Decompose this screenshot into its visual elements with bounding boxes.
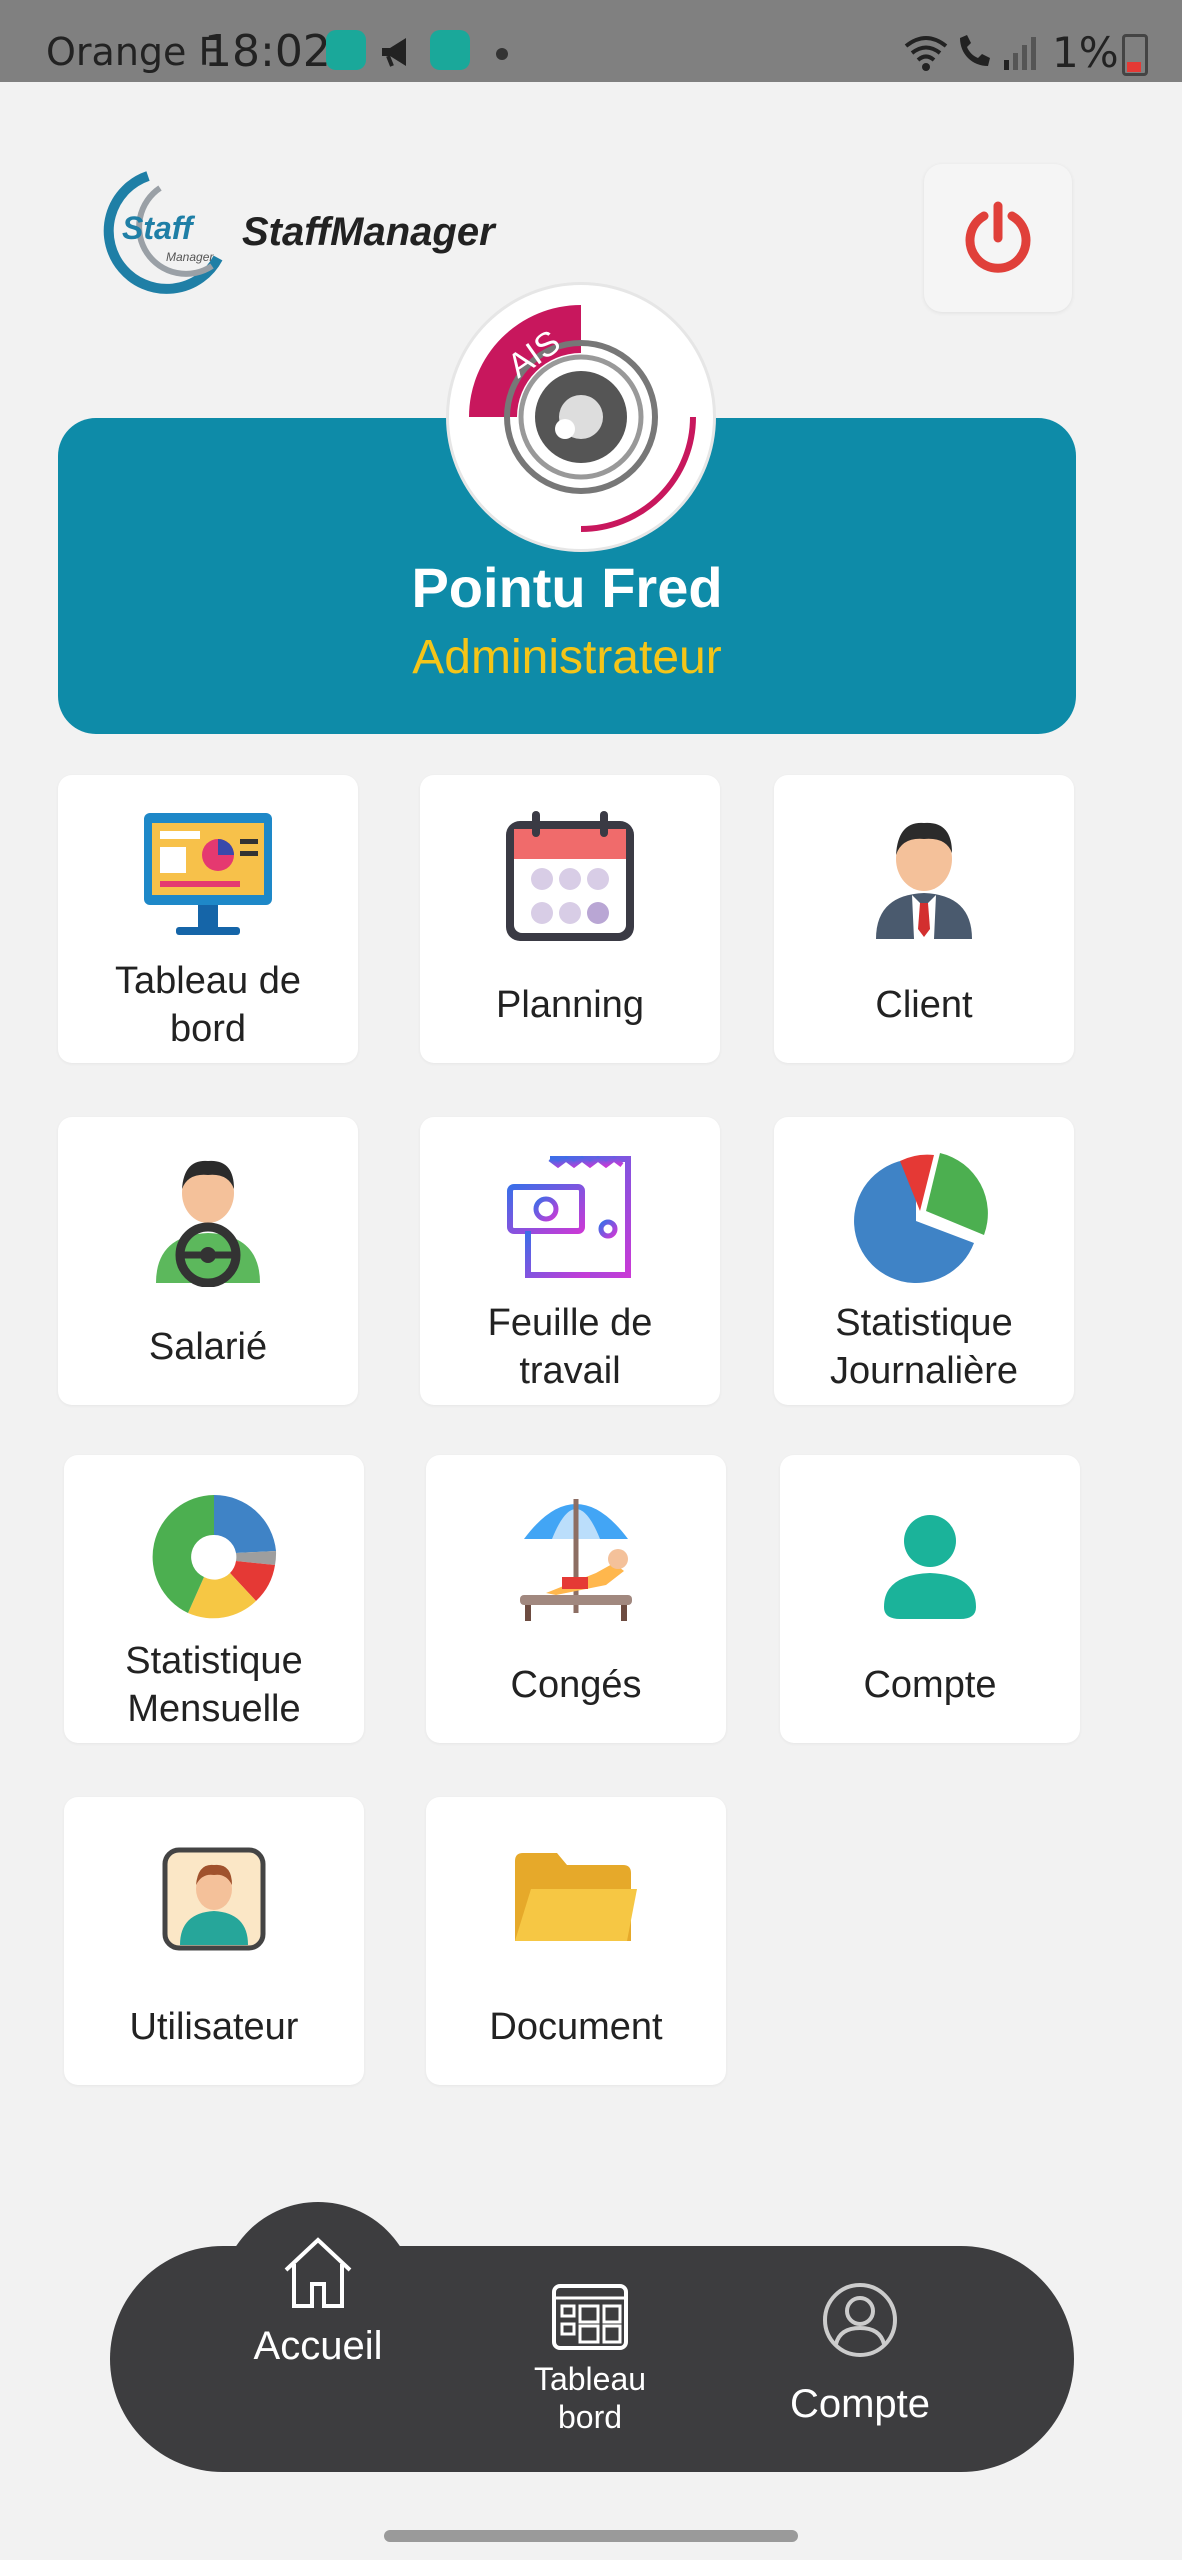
gesture-home-indicator[interactable] xyxy=(384,2530,798,2542)
signal-icon xyxy=(1002,36,1038,74)
menu-tile-utilisateur[interactable]: Utilisateur xyxy=(64,1797,364,2085)
menu-tile-planning[interactable]: Planning xyxy=(420,775,720,1063)
logo-subtext: Manager xyxy=(166,250,214,264)
beach-umbrella-icon xyxy=(426,1489,726,1625)
menu-tile-statistique-mensuelle[interactable]: Statistique Mensuelle xyxy=(64,1455,364,1743)
staff-manager-logo: Staff Manager xyxy=(78,168,228,298)
menu-tile-salarie[interactable]: Salarié xyxy=(58,1117,358,1405)
worksheet-icon xyxy=(420,1151,720,1287)
menu-tile-statistique-journaliere[interactable]: Statistique Journalière xyxy=(774,1117,1074,1405)
donut-chart-icon xyxy=(64,1489,364,1625)
profile-name: Pointu Fred xyxy=(411,556,723,619)
menu-tile-label: Statistique xyxy=(125,1640,303,1682)
menu-tile-label: Journalière xyxy=(830,1350,1018,1392)
nav-dashboard-label: Tableau xyxy=(533,2361,647,2397)
status-time: 18:02 xyxy=(204,26,331,77)
profile-role: Administrateur xyxy=(412,631,722,684)
pie-chart-icon xyxy=(774,1151,1074,1287)
calendar-icon xyxy=(420,809,720,945)
menu-tile-label: bord xyxy=(169,1008,247,1050)
dashboard-monitor-icon xyxy=(58,809,358,945)
menu-tile-label: travail xyxy=(519,1350,621,1392)
menu-tile-label: Mensuelle xyxy=(127,1688,301,1730)
menu-tile-label: Utilisateur xyxy=(129,2006,299,2048)
menu-tile-label: Client xyxy=(875,984,973,1026)
home-icon xyxy=(278,2232,358,2317)
menu-tile-label: Congés xyxy=(510,1664,642,1706)
status-bar: Orange F 18:02 1% xyxy=(0,0,1182,82)
power-icon xyxy=(965,201,1031,273)
battery-fill xyxy=(1127,62,1141,72)
user-icon xyxy=(780,1511,1080,1621)
menu-tile-label: Feuille de xyxy=(487,1302,653,1344)
more-notifications-icon xyxy=(496,48,508,60)
nav-account-button[interactable]: Compte xyxy=(770,2280,950,2450)
nav-home-button[interactable]: Accueil xyxy=(236,2224,400,2394)
nav-dashboard-button[interactable]: Tableau bord xyxy=(508,2282,672,2452)
menu-tile-label: Salarié xyxy=(148,1326,268,1368)
user-portrait-icon xyxy=(64,1847,364,1951)
wifi-call-icon xyxy=(954,34,994,76)
menu-tile-label: Document xyxy=(489,2006,663,2048)
menu-tile-label: Planning xyxy=(496,984,644,1026)
menu-tile-label: Compte xyxy=(863,1664,997,1706)
menu-tile-tableau-de-bord[interactable]: Tableau de bord xyxy=(58,775,358,1063)
menu-tile-client[interactable]: Client xyxy=(774,775,1074,1063)
notification-app-icon xyxy=(326,30,366,70)
battery-level: 1% xyxy=(1052,28,1119,77)
businessman-icon xyxy=(774,809,1074,945)
megaphone-icon xyxy=(378,34,418,74)
menu-tile-document[interactable]: Document xyxy=(426,1797,726,2085)
nav-account-label: Compte xyxy=(789,2382,931,2426)
dashboard-grid-icon xyxy=(550,2282,630,2357)
carrier-name: Orange F xyxy=(46,30,221,74)
logout-button[interactable] xyxy=(924,164,1072,312)
menu-tile-feuille-de-travail[interactable]: Feuille de travail xyxy=(420,1117,720,1405)
logo-text: Staff xyxy=(122,210,193,246)
profile-avatar[interactable]: AIS xyxy=(446,282,716,552)
menu-tile-conges[interactable]: Congés xyxy=(426,1455,726,1743)
account-circle-icon xyxy=(820,2280,900,2365)
menu-tile-compte[interactable]: Compte xyxy=(780,1455,1080,1743)
menu-tile-label: Tableau de xyxy=(115,960,301,1002)
notification-app-icon xyxy=(430,30,470,70)
nav-dashboard-label: bord xyxy=(557,2399,623,2435)
app-name: StaffManager xyxy=(242,210,495,254)
wifi-icon xyxy=(902,34,950,76)
driver-icon xyxy=(58,1151,358,1287)
folder-icon xyxy=(426,1849,726,1949)
menu-tile-label: Statistique xyxy=(835,1302,1013,1344)
nav-home-label: Accueil xyxy=(253,2324,383,2368)
